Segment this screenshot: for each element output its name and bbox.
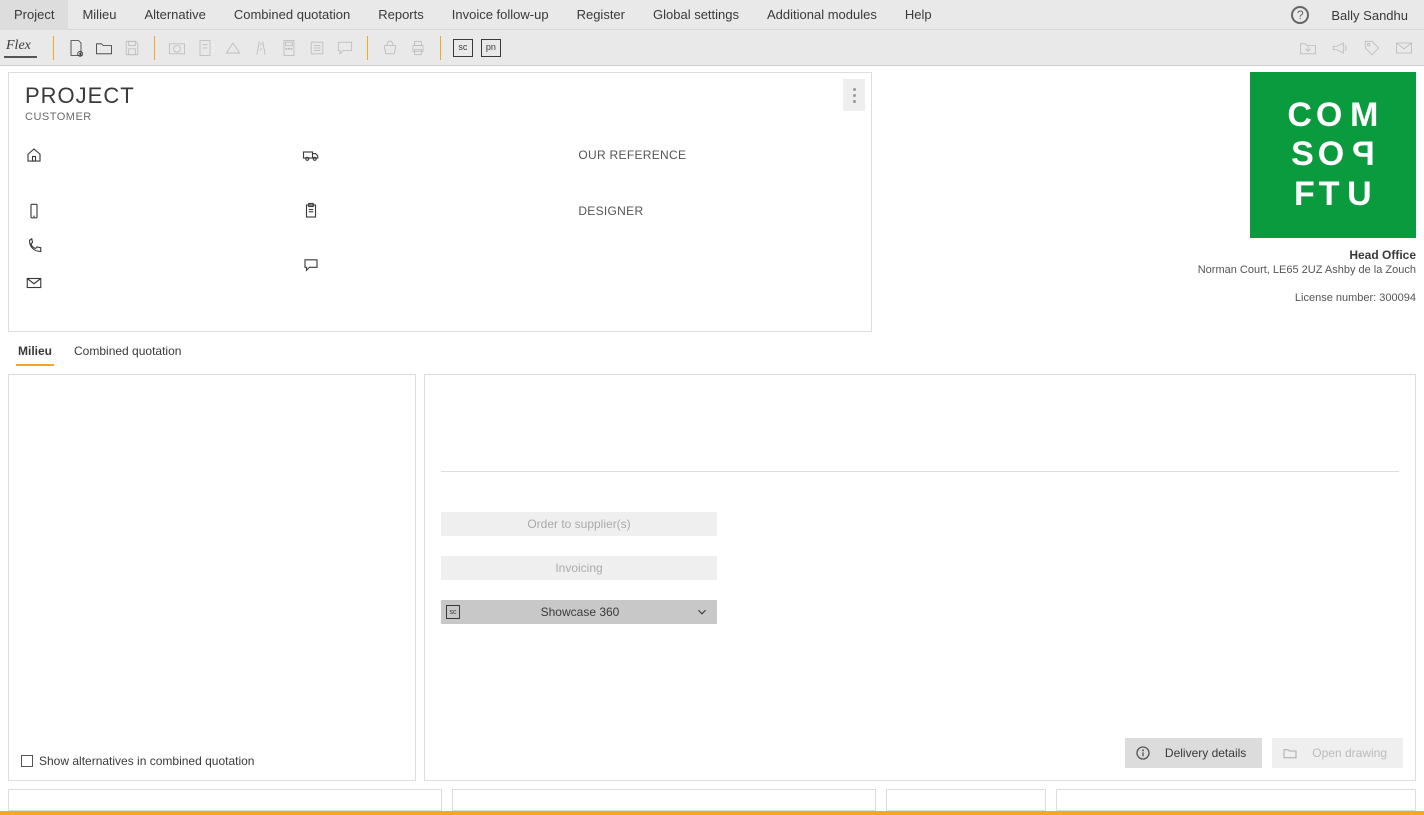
our-reference-label: OUR REFERENCE — [578, 148, 686, 162]
save-icon — [120, 36, 144, 60]
status-cell-2 — [452, 789, 876, 811]
list-icon — [305, 36, 329, 60]
menu-milieu[interactable]: Milieu — [68, 0, 130, 30]
chevron-down-icon — [695, 605, 709, 619]
camera-icon — [165, 36, 189, 60]
company-logo: COM SOP FTU — [1250, 72, 1416, 238]
sc-button[interactable]: sc — [451, 36, 475, 60]
delivery-details-label: Delivery details — [1165, 746, 1246, 760]
menu-invoice-follow-up[interactable]: Invoice follow-up — [438, 0, 563, 30]
folder-icon — [1282, 745, 1298, 761]
milieu-list-panel: Show alternatives in combined quotation — [8, 374, 416, 781]
print-icon — [406, 36, 430, 60]
road-icon — [249, 36, 273, 60]
menu-register[interactable]: Register — [563, 0, 639, 30]
tab-combined-quotation[interactable]: Combined quotation — [72, 340, 183, 366]
menu-reports[interactable]: Reports — [364, 0, 438, 30]
show-alternatives-label: Show alternatives in combined quotation — [39, 754, 254, 768]
flex-mode-label[interactable]: Flex — [4, 38, 37, 58]
license-number: License number: 300094 — [880, 292, 1416, 304]
menubar: Project Milieu Alternative Combined quot… — [0, 0, 1424, 30]
showcase-360-dropdown[interactable]: sc Showcase 360 — [441, 600, 717, 624]
kebab-menu[interactable] — [843, 79, 865, 111]
mail-icon[interactable] — [1392, 36, 1416, 60]
open-drawing-button: Open drawing — [1272, 738, 1403, 768]
chat-icon — [302, 256, 320, 274]
menu-project[interactable]: Project — [0, 0, 68, 30]
order-to-supplier-button: Order to supplier(s) — [441, 512, 717, 536]
mobile-icon — [25, 202, 43, 220]
tabs: Milieu Combined quotation — [0, 332, 1424, 366]
status-cell-3 — [886, 789, 1046, 811]
status-bar — [0, 789, 1424, 811]
home-icon — [25, 146, 43, 164]
status-cell-4 — [1056, 789, 1416, 811]
checkbox-icon[interactable] — [21, 755, 33, 767]
clipboard-icon — [302, 202, 320, 220]
open-drawing-label: Open drawing — [1312, 746, 1387, 760]
toolbar: Flex sc pn — [0, 30, 1424, 66]
designer-label: DESIGNER — [578, 204, 643, 218]
detail-panel: Order to supplier(s) Invoicing sc Showca… — [424, 374, 1416, 781]
accent-bar — [0, 811, 1424, 815]
toolbar-separator — [154, 36, 155, 60]
divider — [441, 471, 1399, 472]
menu-help[interactable]: Help — [891, 0, 946, 30]
tag-icon[interactable] — [1360, 36, 1384, 60]
menu-global-settings[interactable]: Global settings — [639, 0, 753, 30]
status-cell-1 — [8, 789, 442, 811]
project-title: PROJECT — [25, 83, 855, 109]
pn-button[interactable]: pn — [479, 36, 503, 60]
document-icon — [193, 36, 217, 60]
menu-additional-modules[interactable]: Additional modules — [753, 0, 891, 30]
info-icon — [1135, 745, 1151, 761]
basket-icon — [378, 36, 402, 60]
new-file-icon[interactable] — [64, 36, 88, 60]
invoicing-button: Invoicing — [441, 556, 717, 580]
calculator-icon — [277, 36, 301, 60]
delivery-details-button[interactable]: Delivery details — [1125, 738, 1262, 768]
menu-combined-quotation[interactable]: Combined quotation — [220, 0, 364, 30]
chat-icon — [333, 36, 357, 60]
toolbar-separator — [367, 36, 368, 60]
mail-icon — [25, 274, 43, 292]
office-address: Norman Court, LE65 2UZ Ashby de la Zouch — [880, 264, 1416, 276]
folder-in-icon[interactable] — [1296, 36, 1320, 60]
project-card: PROJECT CUSTOMER OUR R — [8, 72, 872, 332]
toolbar-separator — [440, 36, 441, 60]
customer-label: CUSTOMER — [25, 111, 855, 123]
user-name[interactable]: Bally Sandhu — [1321, 8, 1418, 23]
phone-icon — [25, 238, 43, 256]
tab-milieu[interactable]: Milieu — [16, 340, 54, 366]
sc-icon: sc — [441, 600, 465, 624]
showcase-360-label: Showcase 360 — [465, 605, 695, 619]
help-icon[interactable]: ? — [1291, 6, 1309, 24]
office-name: Head Office — [880, 248, 1416, 262]
company-info: COM SOP FTU Head Office Norman Court, LE… — [880, 72, 1416, 304]
truck-icon — [302, 146, 320, 164]
perspective-icon — [221, 36, 245, 60]
megaphone-icon[interactable] — [1328, 36, 1352, 60]
toolbar-separator — [53, 36, 54, 60]
menu-alternative[interactable]: Alternative — [130, 0, 219, 30]
show-alternatives-checkbox[interactable]: Show alternatives in combined quotation — [21, 754, 254, 768]
open-folder-icon[interactable] — [92, 36, 116, 60]
